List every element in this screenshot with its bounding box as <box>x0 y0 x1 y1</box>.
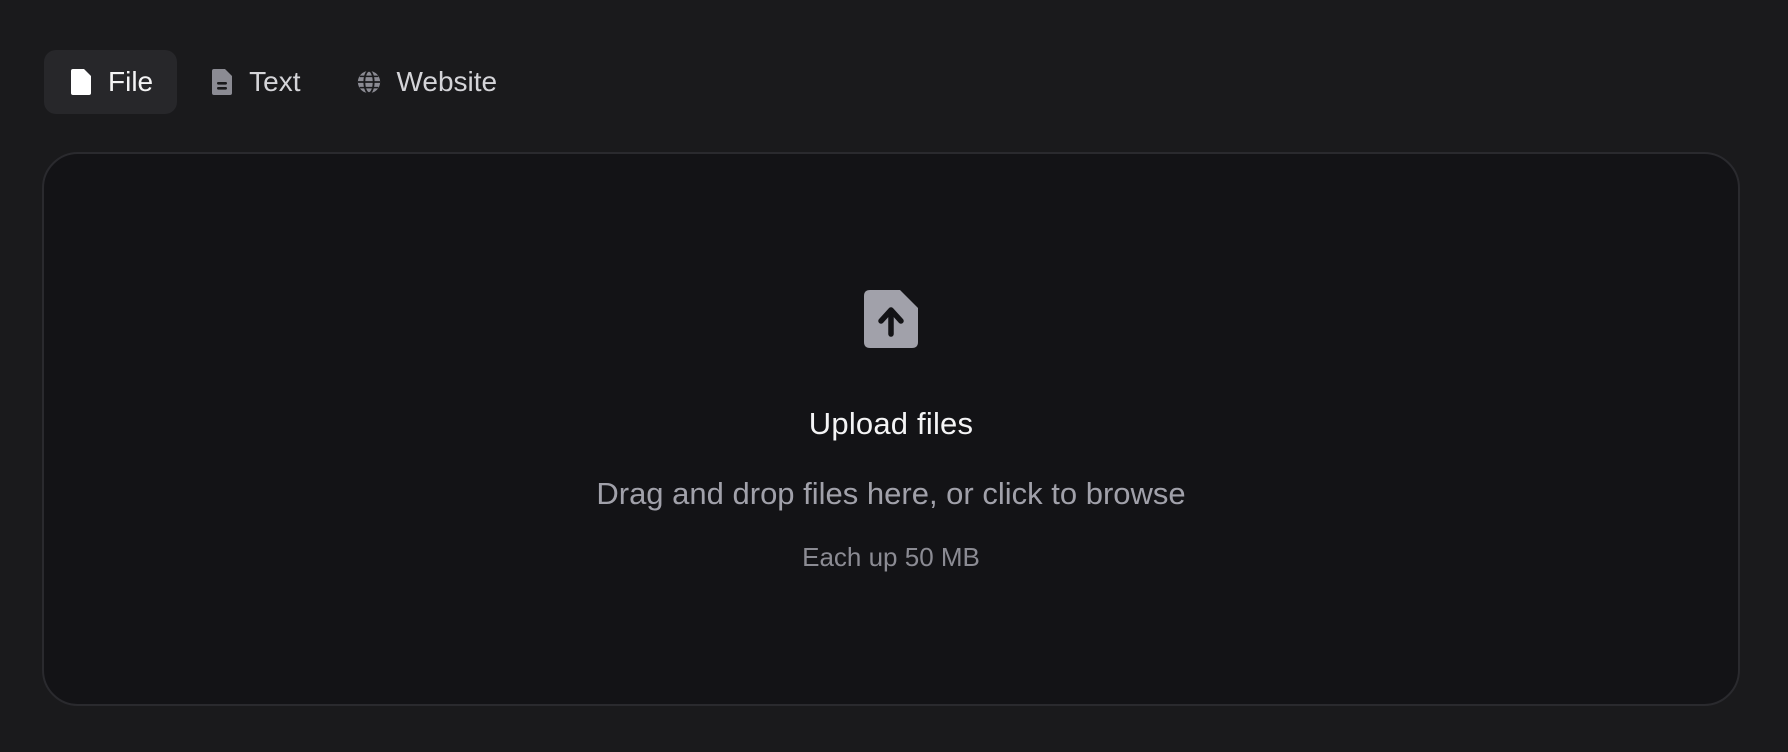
file-upload-icon <box>862 288 920 350</box>
file-icon <box>68 68 94 96</box>
tab-file-label: File <box>108 66 154 97</box>
tab-website[interactable]: Website <box>332 50 521 114</box>
tab-file[interactable]: File <box>44 50 178 114</box>
dropzone-content: Upload files Drag and drop files here, o… <box>44 288 1738 573</box>
file-size-limit: Each up 50 MB <box>802 542 980 572</box>
dropzone-instructions: Drag and drop files here, or click to br… <box>596 476 1186 511</box>
tab-text-label: Text <box>249 66 301 97</box>
dropzone-title: Upload files <box>808 406 974 441</box>
file-dropzone[interactable]: Upload files Drag and drop files here, o… <box>42 152 1740 706</box>
globe-icon <box>356 68 382 96</box>
source-type-tabs: File Text Website <box>44 50 521 114</box>
tab-website-label: Website <box>396 66 498 97</box>
text-document-icon <box>209 68 235 96</box>
tab-text[interactable]: Text <box>185 50 324 114</box>
